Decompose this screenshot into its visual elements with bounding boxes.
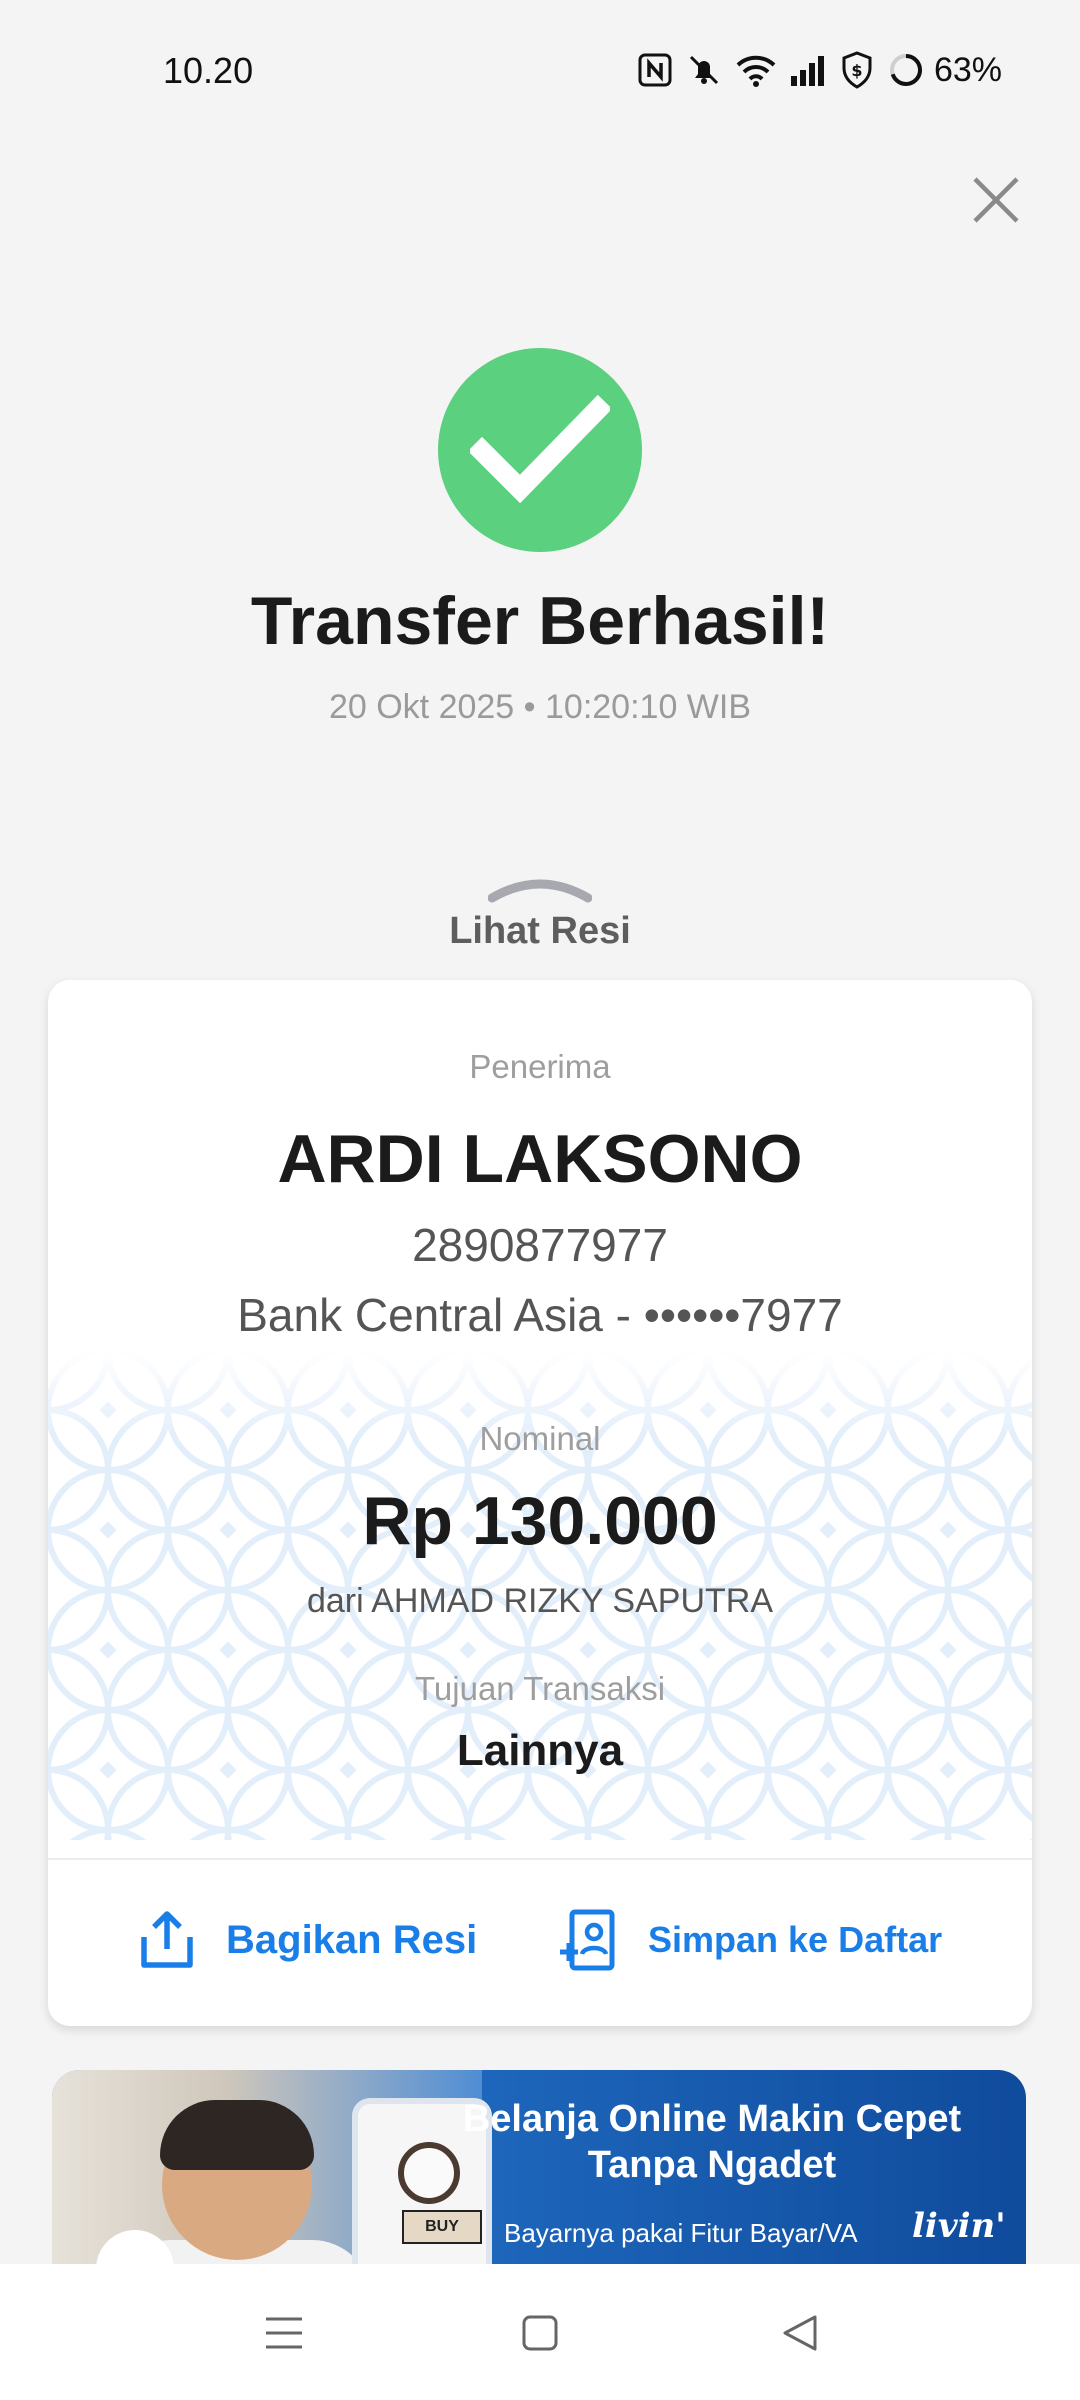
banner-brand-logo: livin' [912,2206,1006,2246]
status-bar: 10.20 $ 63% [0,0,1080,140]
signal-icon [790,54,826,86]
close-icon [973,177,1019,223]
svg-text:$: $ [851,61,862,80]
view-receipt-toggle[interactable]: Lihat Resi [390,870,690,960]
back-button[interactable] [770,2308,830,2358]
chevron-up-icon [488,879,592,903]
close-button[interactable] [964,168,1028,232]
add-contact-icon [560,1909,615,1971]
battery-ring-icon [888,52,924,88]
shield-dollar-icon: $ [840,51,874,89]
status-icons: $ 63% [638,48,1002,92]
receipt-card: Penerima ARDI LAKSONO 2890877977 Bank Ce… [48,980,1032,2026]
home-icon [522,2315,558,2351]
transaction-datetime: 20 Okt 2025 • 10:20:10 WIB [328,688,752,726]
recipient-bank: Bank Central Asia - ••••••7977 [237,1289,843,1341]
page-title: Transfer Berhasil! [250,583,830,659]
recent-apps-button[interactable] [254,2308,314,2358]
transaction-purpose: Lainnya [456,1726,624,1775]
recipient-name: ARDI LAKSONO [277,1121,803,1197]
banner-person-hair [160,2100,314,2170]
recipient-label: Penerima [469,1048,611,1085]
back-icon [783,2315,817,2351]
share-receipt-button[interactable]: Bagikan Resi [138,1885,477,1995]
system-nav-bar [0,2264,1080,2400]
amount-label: Nominal [479,1420,601,1457]
check-icon [470,395,610,504]
save-to-list-label: Simpan ke Daftar [648,1919,943,1960]
card-divider [48,1858,1032,1860]
nfc-icon [638,53,672,87]
banner-headline: Belanja Online Makin Cepet Tanpa Ngadet [462,2098,962,2186]
home-button[interactable] [510,2308,570,2358]
share-receipt-label: Bagikan Resi [226,1917,478,1962]
recipient-account: 2890877977 [412,1219,668,1271]
battery-percent: 63% [933,50,1002,89]
banner-subtext: Bayarnya pakai Fitur Bayar/VA [504,2218,858,2248]
purpose-label: Tujuan Transaksi [414,1670,666,1707]
mute-icon [686,52,722,88]
transfer-amount: Rp 130.000 [362,1483,718,1559]
save-to-list-button[interactable]: Simpan ke Daftar [558,1885,942,1995]
success-check-icon [438,348,642,552]
status-time: 10.20 [163,50,254,91]
menu-icon [266,2317,302,2349]
view-receipt-label: Lihat Resi [449,910,631,952]
wifi-icon [736,53,776,87]
banner-buy-tag: BUY [402,2210,482,2244]
share-icon [141,1911,193,1968]
sender-name: dari AHMAD RIZKY SAPUTRA [306,1582,774,1620]
